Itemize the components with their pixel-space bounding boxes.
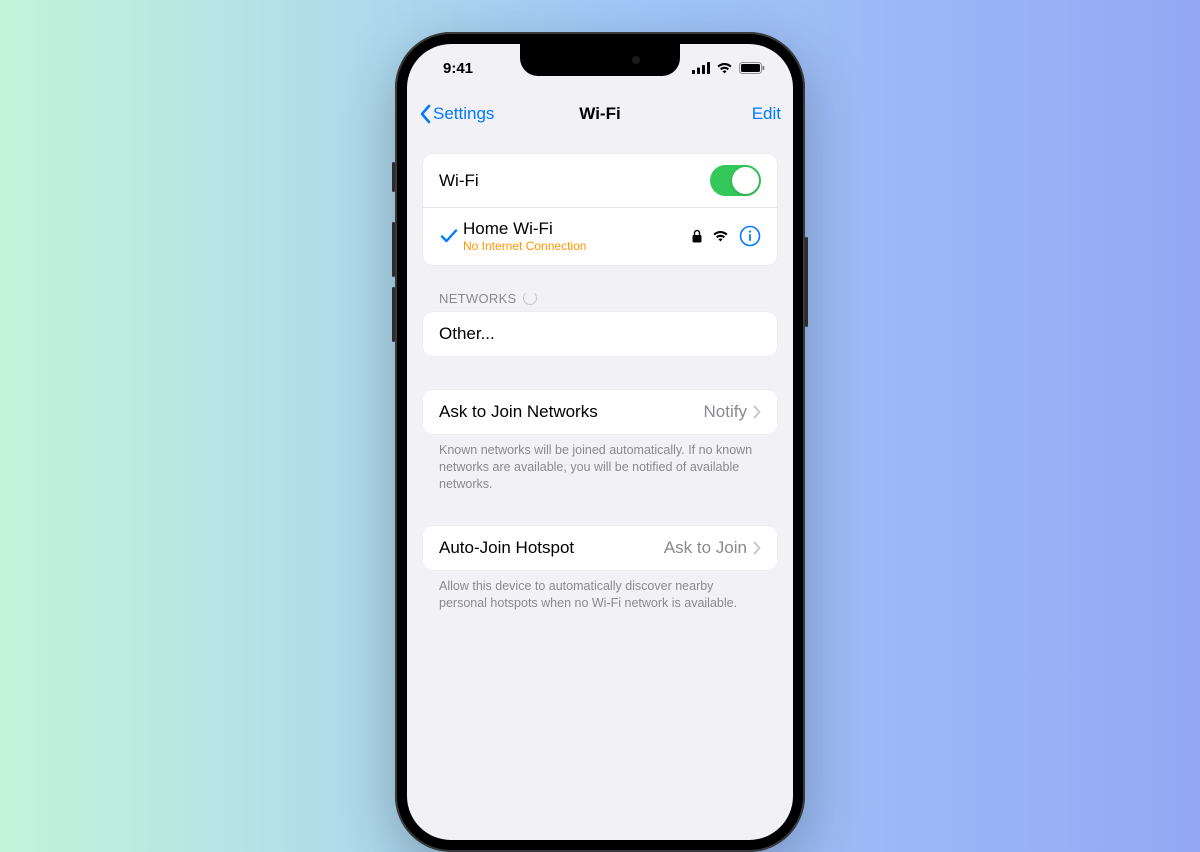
network-name: Home Wi-Fi bbox=[463, 219, 692, 239]
ask-to-join-label: Ask to Join Networks bbox=[439, 402, 704, 422]
auto-join-value: Ask to Join bbox=[664, 538, 747, 558]
other-network-row[interactable]: Other... bbox=[423, 312, 777, 356]
battery-icon bbox=[739, 62, 765, 74]
auto-join-group: Auto-Join Hotspot Ask to Join bbox=[423, 526, 777, 570]
chevron-right-icon bbox=[753, 541, 761, 555]
screen: 9:41 Settings Wi-Fi Edit bbox=[407, 44, 793, 840]
back-label: Settings bbox=[433, 104, 494, 124]
ask-to-join-footer: Known networks will be joined automatica… bbox=[423, 434, 777, 493]
auto-join-footer: Allow this device to automatically disco… bbox=[423, 570, 777, 612]
spinner-icon bbox=[523, 291, 537, 305]
ask-to-join-value: Notify bbox=[704, 402, 747, 422]
networks-header-label: NETWORKS bbox=[439, 291, 517, 306]
auto-join-row[interactable]: Auto-Join Hotspot Ask to Join bbox=[423, 526, 777, 570]
network-status: No Internet Connection bbox=[463, 239, 692, 253]
networks-header: NETWORKS bbox=[423, 265, 777, 312]
networks-group: Other... bbox=[423, 312, 777, 356]
wifi-toggle-label: Wi-Fi bbox=[439, 171, 710, 191]
ask-to-join-group: Ask to Join Networks Notify bbox=[423, 390, 777, 434]
back-button[interactable]: Settings bbox=[419, 104, 494, 124]
wifi-signal-icon bbox=[712, 230, 729, 242]
nav-bar: Settings Wi-Fi Edit bbox=[407, 92, 793, 136]
auto-join-label: Auto-Join Hotspot bbox=[439, 538, 664, 558]
ask-to-join-row[interactable]: Ask to Join Networks Notify bbox=[423, 390, 777, 434]
edit-button[interactable]: Edit bbox=[752, 104, 781, 124]
other-label: Other... bbox=[439, 324, 761, 344]
chevron-left-icon bbox=[419, 104, 431, 124]
chevron-right-icon bbox=[753, 405, 761, 419]
checkmark-icon bbox=[435, 228, 463, 244]
page-title: Wi-Fi bbox=[579, 104, 620, 124]
phone-frame: 9:41 Settings Wi-Fi Edit bbox=[395, 32, 805, 852]
cellular-icon bbox=[692, 62, 710, 74]
wifi-toggle-row: Wi-Fi bbox=[423, 154, 777, 207]
lock-icon bbox=[692, 229, 702, 243]
notch bbox=[520, 44, 680, 76]
wifi-status-icon bbox=[716, 62, 733, 74]
info-icon[interactable] bbox=[739, 225, 761, 247]
wifi-toggle[interactable] bbox=[710, 165, 761, 196]
wifi-group: Wi-Fi Home Wi-Fi No Internet Connection bbox=[423, 154, 777, 265]
status-time: 9:41 bbox=[443, 60, 473, 77]
connected-network-row[interactable]: Home Wi-Fi No Internet Connection bbox=[423, 207, 777, 265]
